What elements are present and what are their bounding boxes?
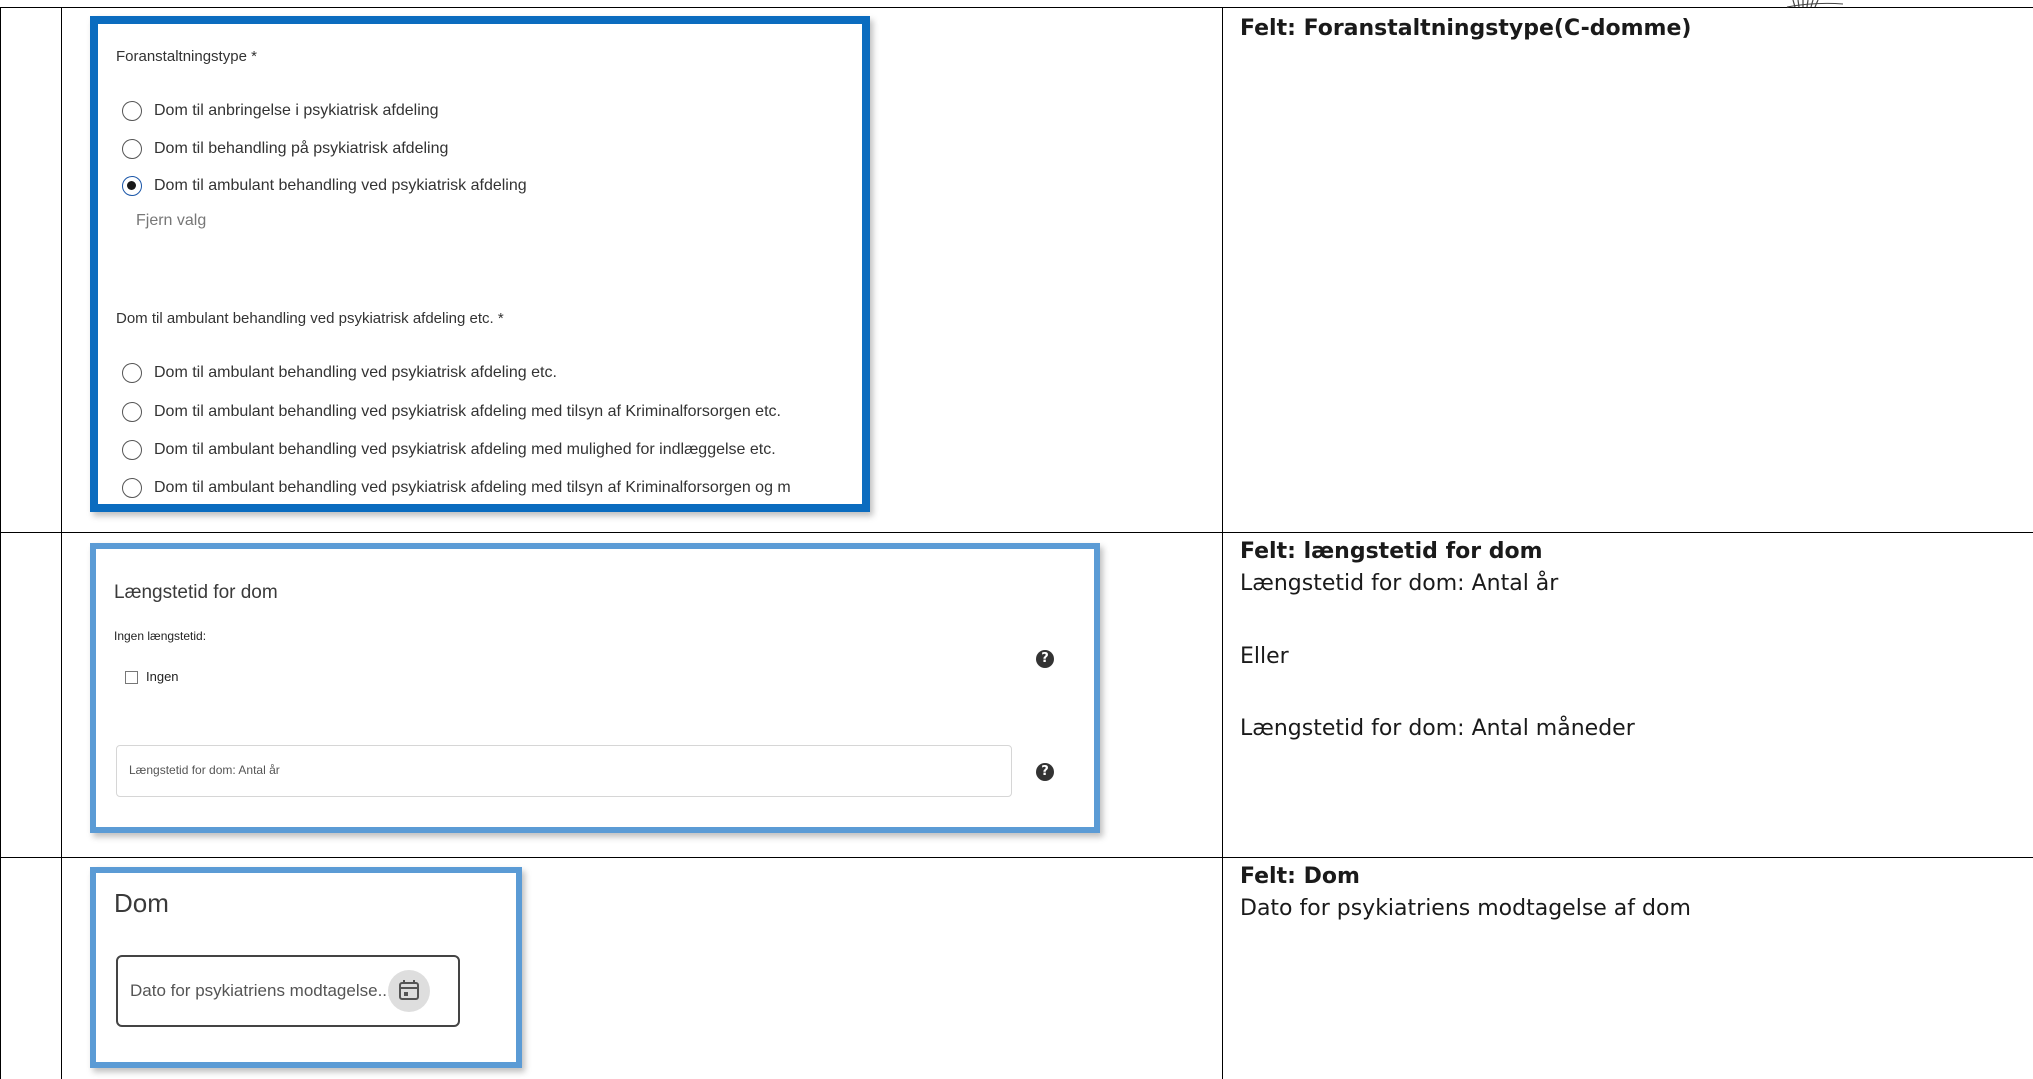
calendar-icon <box>399 980 419 1000</box>
radio-option-behandling[interactable]: Dom til behandling på psykiatrisk afdeli… <box>122 136 448 162</box>
antal-aar-input[interactable]: Længstetid for dom: Antal år <box>116 745 1012 797</box>
row2-line-1: Længstetid for dom: Antal år <box>1240 571 1559 596</box>
group1-label: Foranstaltningstype * <box>116 48 257 65</box>
row3-line-1: Dato for psykiatriens modtagelse af dom <box>1240 896 1691 921</box>
dom-panel: Dom Dato for psykiatriens modtagelse... <box>90 867 522 1068</box>
radio-option-ambulant-tilsyn[interactable]: Dom til ambulant behandling ved psykiatr… <box>122 399 781 425</box>
radio-label: Dom til ambulant behandling ved psykiatr… <box>154 441 776 458</box>
radio-label: Dom til anbringelse i psykiatrisk afdeli… <box>154 102 439 119</box>
radio-button[interactable] <box>122 478 142 498</box>
radio-button[interactable] <box>122 402 142 422</box>
date-placeholder: Dato for psykiatriens modtagelse... <box>130 981 392 1000</box>
radio-label: Dom til ambulant behandling ved psykiatr… <box>154 177 527 194</box>
col-divider-2 <box>1222 7 1223 1079</box>
radio-button[interactable] <box>122 363 142 383</box>
row-divider-2 <box>0 857 2033 858</box>
row2-line-3: Længstetid for dom: Antal måneder <box>1240 716 1635 741</box>
radio-label: Dom til ambulant behandling ved psykiatr… <box>154 403 781 420</box>
radio-option-ambulant-tilsyn-og[interactable]: Dom til ambulant behandling ved psykiatr… <box>122 475 791 501</box>
calendar-button[interactable] <box>388 970 430 1012</box>
dom-title: Dom <box>114 888 169 918</box>
no-max-label: Ingen længstetid: <box>114 629 207 643</box>
ingen-checkbox[interactable] <box>125 671 138 684</box>
table-top-border <box>0 7 2033 8</box>
radio-label: Dom til ambulant behandling ved psykiatr… <box>154 479 791 496</box>
radio-label: Dom til ambulant behandling ved psykiatr… <box>154 364 557 381</box>
corner-logo-icon <box>1786 0 1844 8</box>
radio-option-ambulant-etc[interactable]: Dom til ambulant behandling ved psykiatr… <box>122 360 557 386</box>
laengstetid-title: Længstetid for dom <box>114 582 278 603</box>
radio-button[interactable] <box>122 101 142 121</box>
radio-option-ambulant-indlaeggelse[interactable]: Dom til ambulant behandling ved psykiatr… <box>122 437 776 463</box>
radio-option-ambulant[interactable]: Dom til ambulant behandling ved psykiatr… <box>122 173 527 199</box>
radio-button[interactable] <box>122 139 142 159</box>
row3-heading: Felt: Dom <box>1240 864 1360 889</box>
help-icon[interactable]: ? <box>1036 650 1054 668</box>
help-icon[interactable]: ? <box>1036 763 1054 781</box>
laengstetid-panel: Længstetid for dom Ingen længstetid: Ing… <box>90 543 1100 833</box>
row-divider-1 <box>0 532 2033 533</box>
group2-label: Dom til ambulant behandling ved psykiatr… <box>116 310 504 327</box>
radio-label: Dom til behandling på psykiatrisk afdeli… <box>154 140 449 157</box>
row1-heading: Felt: Foranstaltningstype(C-domme) <box>1240 16 1692 41</box>
antal-aar-placeholder: Længstetid for dom: Antal år <box>129 763 280 777</box>
ingen-checkbox-label: Ingen <box>146 669 179 684</box>
clear-selection-link[interactable]: Fjern valg <box>136 212 206 230</box>
radio-button[interactable] <box>122 440 142 460</box>
row2-heading: Felt: længstetid for dom <box>1240 539 1543 564</box>
dom-date-input[interactable]: Dato for psykiatriens modtagelse... <box>116 955 460 1027</box>
radio-button-selected[interactable] <box>122 176 142 196</box>
table-left-border <box>0 7 1 1079</box>
radio-option-anbringelse[interactable]: Dom til anbringelse i psykiatrisk afdeli… <box>122 98 439 124</box>
col-divider-1 <box>61 7 62 1079</box>
foranstaltningstype-panel: Foranstaltningstype * Dom til anbringels… <box>90 16 870 512</box>
row2-line-2: Eller <box>1240 644 1289 669</box>
